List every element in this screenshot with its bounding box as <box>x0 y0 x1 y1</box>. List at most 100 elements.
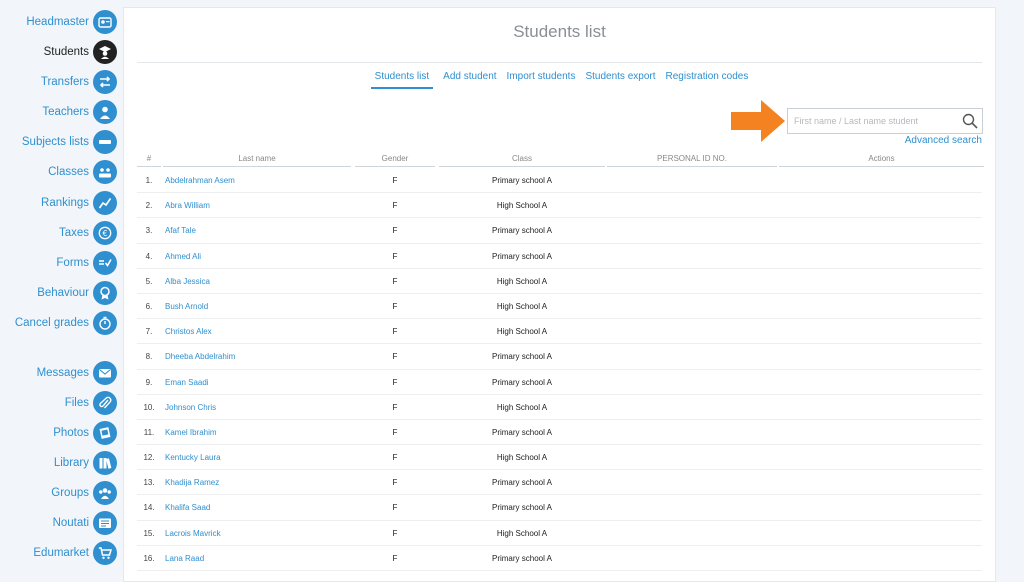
envelope-icon <box>93 361 117 385</box>
sidebar-item-label: Students <box>43 46 89 58</box>
sidebar-item-headmaster[interactable]: Headmaster <box>0 9 117 35</box>
sidebar-item-forms[interactable]: Forms <box>0 250 117 276</box>
sidebar-item-subjects-lists[interactable]: Subjects lists <box>0 129 117 155</box>
student-name-link[interactable]: Ahmed Ali <box>165 244 201 269</box>
student-name-link[interactable]: Eman Saadi <box>165 370 209 395</box>
sidebar-item-messages[interactable]: Messages <box>0 360 117 386</box>
sidebar-item-edumarket[interactable]: Edumarket <box>0 540 117 566</box>
student-name-link[interactable]: Abdelrahman Asem <box>165 168 235 193</box>
student-gender: F <box>392 176 398 185</box>
student-gender: F <box>392 528 398 538</box>
row-number: 2. <box>145 201 153 211</box>
transfer-arrows-icon <box>93 70 117 94</box>
page-title: Students list <box>513 22 606 41</box>
sidebar-item-cancel-grades[interactable]: Cancel grades <box>0 310 117 336</box>
student-gender: F <box>392 553 398 563</box>
row-number: 10. <box>143 402 155 412</box>
row-number: 5. <box>145 276 153 286</box>
student-name-link[interactable]: Khalifa Saad <box>165 495 210 520</box>
student-class: High School A <box>496 201 548 211</box>
column-header-last-name[interactable]: Last name <box>163 154 351 167</box>
table-row: 16. Lana Raad F Primary school A <box>137 546 982 571</box>
row-number: 1. <box>145 176 153 185</box>
sidebar-item-label: Cancel grades <box>14 317 89 329</box>
sidebar-item-label: Groups <box>51 487 89 499</box>
sidebar-item-label: Messages <box>36 367 89 379</box>
student-class: High School A <box>496 301 548 311</box>
person-card-icon <box>93 10 117 34</box>
sidebar-item-transfers[interactable]: Transfers <box>0 69 117 95</box>
sidebar-item-teachers[interactable]: Teachers <box>0 99 117 125</box>
sidebar-item-files[interactable]: Files <box>0 390 117 416</box>
tab-registration-codes[interactable]: Registration codes <box>666 71 749 89</box>
student-name-link[interactable]: Dheeba Abdelrahim <box>165 344 235 369</box>
sidebar-item-groups[interactable]: Groups <box>0 480 117 506</box>
student-gender: F <box>392 503 398 513</box>
student-class: Primary school A <box>491 251 553 261</box>
search-input[interactable] <box>788 109 956 133</box>
student-gender: F <box>392 478 398 488</box>
sidebar-item-photos[interactable]: Photos <box>0 420 117 446</box>
tab-add-student[interactable]: Add student <box>443 71 496 89</box>
sidebar-item-label: Classes <box>48 166 89 178</box>
sidebar-item-label: Transfers <box>40 76 89 88</box>
group-icon <box>93 481 117 505</box>
sidebar-item-rankings[interactable]: Rankings <box>0 190 117 216</box>
table-row: 10. Johnson Chris F High School A <box>137 395 982 420</box>
row-number: 12. <box>143 453 155 463</box>
advanced-search-link[interactable]: Advanced search <box>905 135 982 146</box>
student-name-link[interactable]: Kentucky Laura <box>165 445 221 470</box>
student-name-link[interactable]: Lana Raad <box>165 546 204 571</box>
sidebar-item-label: Behaviour <box>37 287 89 299</box>
student-class: High School A <box>496 327 548 337</box>
table-row: 5. Alba Jessica F High School A <box>137 269 982 294</box>
student-name-link[interactable]: Kamel Ibrahim <box>165 420 217 445</box>
row-number: 16. <box>143 553 155 563</box>
teacher-icon <box>93 100 117 124</box>
student-name-link[interactable]: Khadija Ramez <box>165 470 219 495</box>
student-name-link[interactable]: Johnson Chris <box>165 395 216 420</box>
sidebar-item-noutati[interactable]: Noutati <box>0 510 117 536</box>
sidebar-item-taxes[interactable]: Taxes € <box>0 220 117 246</box>
table-row: 11. Kamel Ibrahim F Primary school A <box>137 420 982 446</box>
student-gender: F <box>392 251 398 261</box>
tab-bar: Students list Add student Import student… <box>124 71 995 89</box>
tab-students-list[interactable]: Students list <box>370 71 434 89</box>
student-class: Primary school A <box>491 226 553 236</box>
tab-students-export[interactable]: Students export <box>585 71 655 89</box>
sidebar-item-students[interactable]: Students <box>0 39 117 65</box>
student-name-link[interactable]: Alba Jessica <box>165 269 210 294</box>
student-name-link[interactable]: Afaf Tale <box>165 218 196 243</box>
sidebar-item-behaviour[interactable]: Behaviour <box>0 280 117 306</box>
column-header-gender[interactable]: Gender <box>355 154 435 167</box>
sidebar-item-label: Files <box>64 397 89 409</box>
search-icon[interactable] <box>962 113 978 129</box>
student-name-link[interactable]: Christos Alex <box>165 319 212 344</box>
student-gender: F <box>392 327 398 337</box>
student-name-link[interactable]: Bush Arnold <box>165 294 208 319</box>
student-class: Primary school A <box>491 352 553 362</box>
sidebar-item-label: Noutati <box>52 517 89 529</box>
row-number: 13. <box>143 478 155 488</box>
list-bars-icon <box>93 130 117 154</box>
form-check-icon <box>93 251 117 275</box>
sidebar-item-label: Library <box>53 457 89 469</box>
tab-import-students[interactable]: Import students <box>507 71 576 89</box>
sidebar-item-label: Forms <box>56 257 89 269</box>
student-class: High School A <box>496 402 548 412</box>
sidebar-item-label: Headmaster <box>26 16 89 28</box>
sidebar-item-label: Photos <box>53 427 89 439</box>
column-header-class[interactable]: Class <box>439 154 605 167</box>
table-header: # Last name Gender Class PERSONAL ID NO.… <box>137 154 984 168</box>
student-class: High School A <box>496 453 548 463</box>
row-number: 4. <box>145 251 153 261</box>
student-gender: F <box>392 301 398 311</box>
trend-chart-icon <box>93 191 117 215</box>
sidebar-item-classes[interactable]: Classes <box>0 159 117 185</box>
table-row: 8. Dheeba Abdelrahim F Primary school A <box>137 344 982 370</box>
student-name-link[interactable]: Lacrois Mavrick <box>165 521 221 546</box>
student-name-link[interactable]: Abra William <box>165 193 210 218</box>
student-class: Primary school A <box>491 478 553 488</box>
table-row: 4. Ahmed Ali F Primary school A <box>137 244 982 269</box>
sidebar-item-library[interactable]: Library <box>0 450 117 476</box>
